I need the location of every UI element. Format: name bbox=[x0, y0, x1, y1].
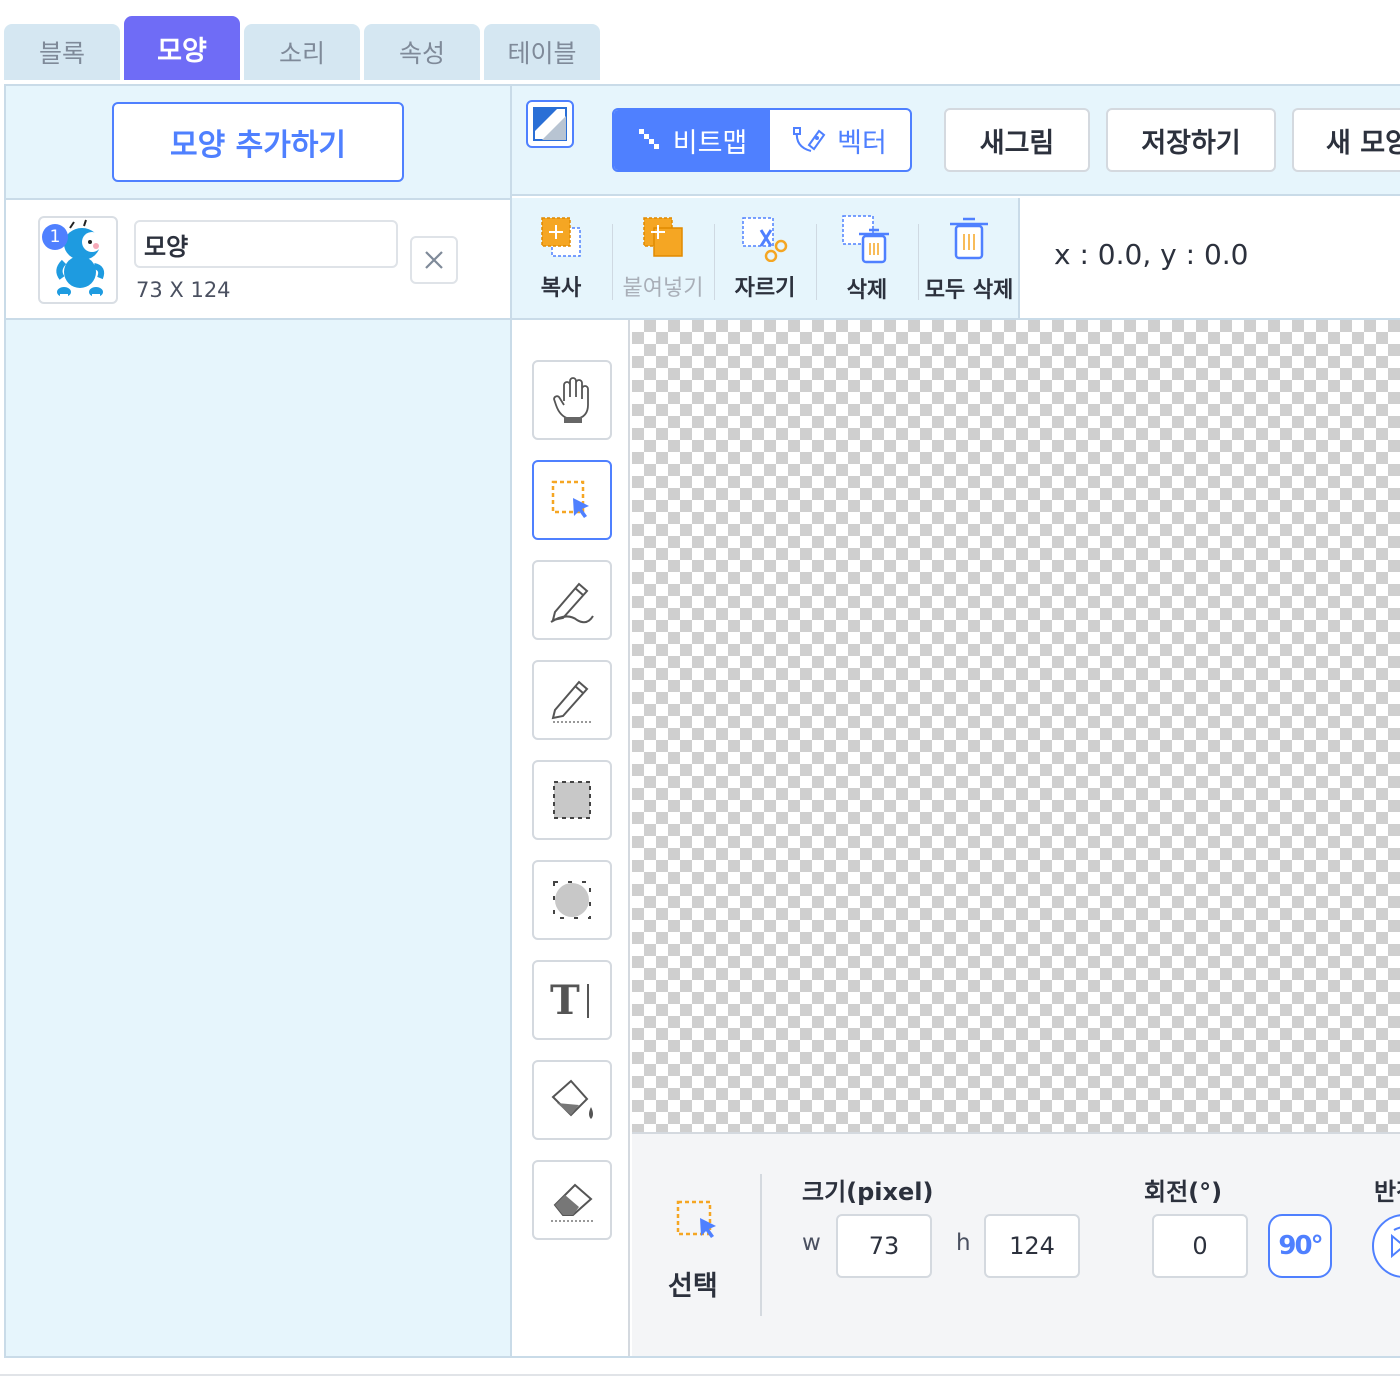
edit-toolbar: 복사 붙여넣기 자르기 삭제 모두 삭제 bbox=[512, 198, 1020, 318]
select-icon bbox=[551, 480, 589, 518]
circle-tool-button[interactable] bbox=[532, 860, 612, 940]
paint-top-bar: 비트맵 벡터 새그림 저장하기 새 모양 bbox=[512, 86, 1400, 196]
cursor-coordinates: x : 0.0, y : 0.0 bbox=[1054, 238, 1249, 271]
current-tool-label: 선택 bbox=[668, 1271, 718, 1302]
tab-blocks[interactable]: 블록 bbox=[4, 24, 120, 80]
delete-icon bbox=[842, 215, 889, 264]
tab-sounds[interactable]: 소리 bbox=[244, 24, 360, 80]
shape-thumbnail[interactable]: 1 bbox=[38, 216, 118, 304]
line-tool-button[interactable] bbox=[532, 660, 612, 740]
flip-icon bbox=[1391, 1226, 1400, 1259]
tab-table[interactable]: 테이블 bbox=[484, 24, 600, 80]
width-label: w bbox=[802, 1230, 821, 1256]
shape-name-input[interactable] bbox=[134, 220, 398, 268]
hand-tool-button[interactable] bbox=[532, 360, 612, 440]
rectangle-icon bbox=[553, 781, 591, 819]
circle-icon bbox=[553, 881, 591, 919]
copy-button[interactable]: 복사 bbox=[512, 214, 610, 310]
line-icon bbox=[551, 680, 593, 723]
paste-label: 붙여넣기 bbox=[622, 276, 704, 301]
height-input[interactable]: 124 bbox=[984, 1214, 1080, 1278]
flip-title: 반전 bbox=[1374, 1178, 1400, 1206]
delete-button[interactable]: 삭제 bbox=[818, 214, 916, 310]
rotation-title: 회전(°) bbox=[1144, 1178, 1223, 1206]
rotation-input[interactable]: 0 bbox=[1152, 1214, 1248, 1278]
text-tool-button[interactable]: T bbox=[532, 960, 612, 1040]
color-swatch[interactable] bbox=[526, 100, 574, 148]
delete-label: 삭제 bbox=[846, 278, 888, 303]
vector-pen-icon bbox=[793, 127, 826, 152]
shape-index-badge: 1 bbox=[42, 224, 68, 250]
bottom-border bbox=[0, 1374, 1400, 1376]
add-shape-button[interactable]: 모양 추가하기 bbox=[112, 102, 404, 182]
vector-mode-label: 벡터 bbox=[837, 127, 887, 159]
shape-list-panel: 모양 추가하기 1 73 X 124 bbox=[6, 86, 510, 1356]
copy-icon bbox=[541, 217, 581, 257]
paste-button[interactable]: 붙여넣기 bbox=[614, 214, 712, 310]
eraser-icon bbox=[551, 1183, 593, 1222]
delete-all-button[interactable]: 모두 삭제 bbox=[920, 214, 1018, 310]
width-input[interactable]: 73 bbox=[836, 1214, 932, 1278]
flip-button[interactable] bbox=[1372, 1214, 1400, 1278]
shape-list-item[interactable]: 1 73 X 124 bbox=[6, 198, 510, 320]
height-label: h bbox=[956, 1230, 971, 1256]
cut-label: 자르기 bbox=[734, 276, 796, 301]
bitmap-mode-label: 비트맵 bbox=[672, 127, 748, 159]
paste-icon bbox=[643, 217, 683, 257]
hand-icon bbox=[553, 377, 589, 423]
tab-shapes[interactable]: 모양 bbox=[124, 16, 240, 80]
bitmap-mode-button[interactable]: 비트맵 bbox=[614, 110, 770, 170]
vector-mode-button[interactable]: 벡터 bbox=[770, 110, 910, 170]
rectangle-tool-button[interactable] bbox=[532, 760, 612, 840]
fill-tool-button[interactable] bbox=[532, 1060, 612, 1140]
svg-text:T: T bbox=[550, 978, 580, 1022]
drawing-tools: T bbox=[512, 320, 630, 1356]
copy-label: 복사 bbox=[540, 276, 582, 301]
shape-size: 73 X 124 bbox=[136, 278, 231, 302]
fill-icon bbox=[551, 1079, 593, 1119]
pen-icon bbox=[550, 582, 594, 624]
size-title: 크기(pixel) bbox=[802, 1178, 934, 1206]
coordinate-bar: x : 0.0, y : 0.0 bbox=[1022, 198, 1400, 318]
color-swatch-icon bbox=[533, 107, 567, 141]
new-shape-button[interactable]: 새 모양 bbox=[1292, 108, 1400, 172]
mode-toggle: 비트맵 벡터 bbox=[612, 108, 912, 172]
eraser-tool-button[interactable] bbox=[532, 1160, 612, 1240]
select-icon bbox=[676, 1200, 716, 1238]
save-button[interactable]: 저장하기 bbox=[1106, 108, 1276, 172]
delete-all-icon bbox=[950, 217, 988, 260]
cut-button[interactable]: 자르기 bbox=[716, 214, 814, 310]
tab-properties[interactable]: 속성 bbox=[364, 24, 480, 80]
text-icon: T bbox=[550, 978, 589, 1022]
new-drawing-button[interactable]: 새그림 bbox=[944, 108, 1090, 172]
bitmap-icon bbox=[638, 129, 659, 149]
delete-shape-button[interactable] bbox=[410, 236, 458, 284]
drawing-canvas[interactable] bbox=[632, 320, 1400, 1132]
tab-bar: 블록 모양 소리 속성 테이블 bbox=[0, 0, 1400, 84]
tool-properties-bar: 선택 크기(pixel) w 73 h 124 회전(°) 0 90° 반전 bbox=[632, 1132, 1400, 1356]
close-icon bbox=[425, 251, 443, 269]
pen-tool-button[interactable] bbox=[532, 560, 612, 640]
rotate-90-button[interactable]: 90° bbox=[1268, 1214, 1332, 1278]
select-tool-button[interactable] bbox=[532, 460, 612, 540]
delete-all-label: 모두 삭제 bbox=[924, 278, 1014, 303]
cut-icon bbox=[742, 217, 788, 262]
